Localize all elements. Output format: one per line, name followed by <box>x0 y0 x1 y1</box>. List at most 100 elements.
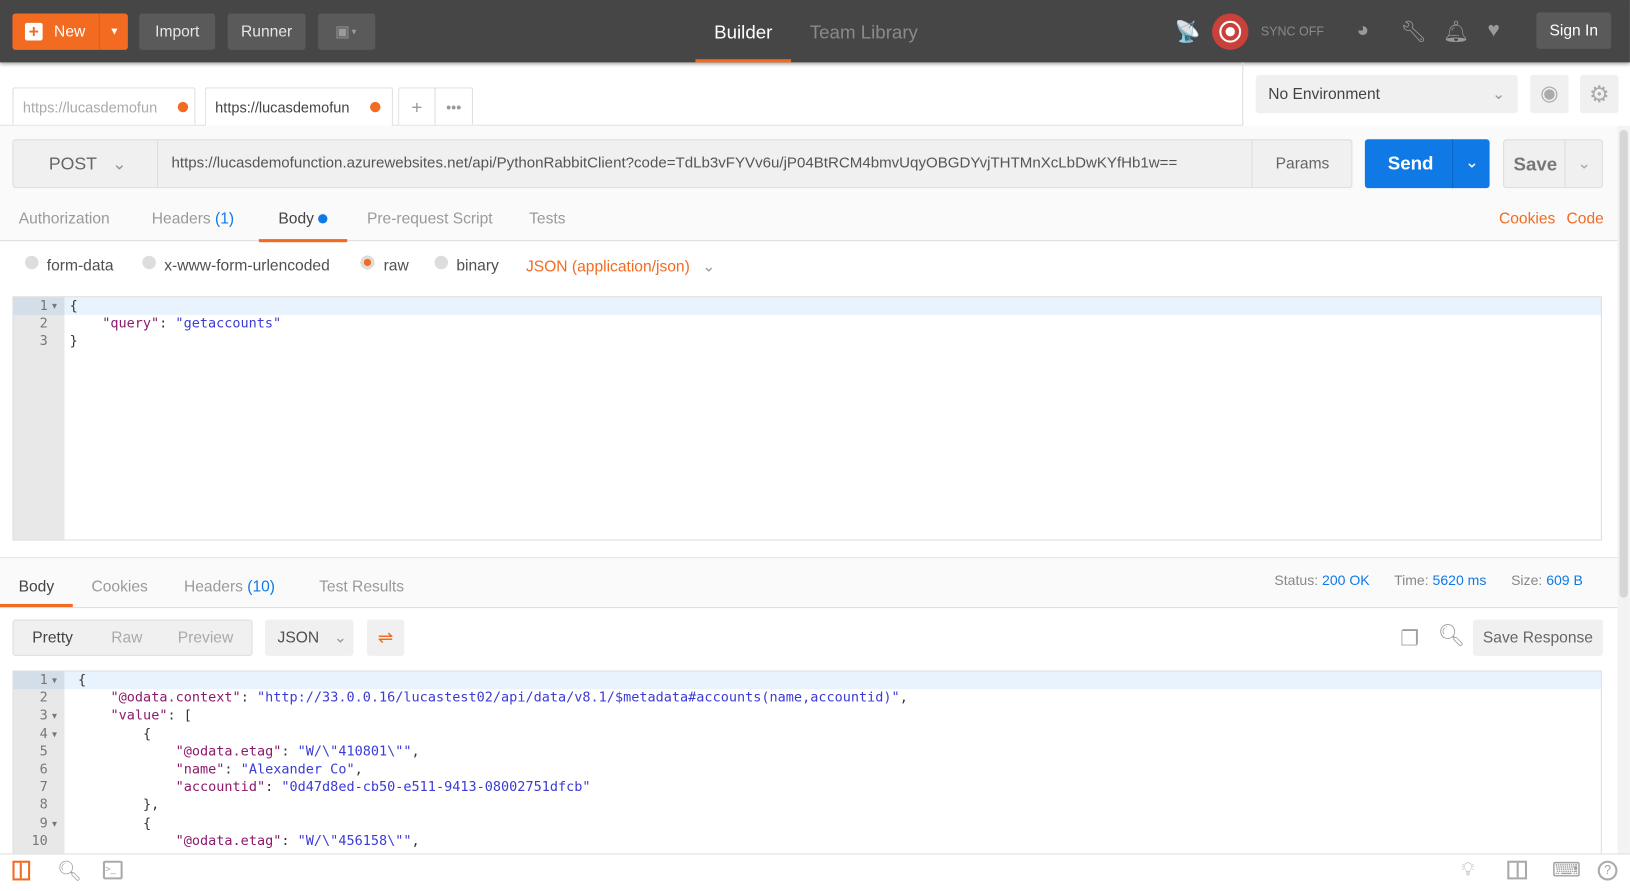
tab-headers[interactable]: Headers (1) <box>152 210 234 228</box>
gear-icon: ⚙ <box>1589 81 1610 108</box>
save-dropdown-caret[interactable]: ⌄ <box>1564 140 1602 188</box>
import-button[interactable]: Import <box>139 13 216 50</box>
chevron-down-icon: ⌄ <box>702 257 716 276</box>
line-number: 3 <box>39 708 48 724</box>
search-icon[interactable]: 🔍︎ <box>57 859 82 884</box>
nav-tab-builder[interactable]: Builder <box>695 0 792 63</box>
response-tab-test-results[interactable]: Test Results <box>319 578 404 596</box>
globe-icon[interactable]: ◕ <box>1357 19 1370 43</box>
content-type-select[interactable]: JSON (application/json) ⌄ <box>526 257 715 276</box>
radio-urlencoded[interactable] <box>142 255 156 270</box>
json-punct: { <box>77 815 152 832</box>
fold-arrow-icon[interactable]: ▼ <box>52 297 57 315</box>
keyboard-icon[interactable]: ⌨ <box>1552 859 1581 883</box>
console-icon[interactable]: >_ <box>102 860 123 880</box>
response-tab-body[interactable]: Body <box>0 578 73 608</box>
radio-raw[interactable] <box>360 255 375 270</box>
runner-button[interactable]: Runner <box>227 13 306 50</box>
send-button[interactable]: Send ⌄ <box>1364 139 1490 189</box>
tab-label: Headers <box>151 209 211 228</box>
fold-arrow-icon[interactable]: ▼ <box>52 707 57 725</box>
request-tab-active[interactable]: https://lucasdemofun <box>204 87 393 126</box>
send-dropdown-caret[interactable]: ⌄ <box>1452 139 1490 189</box>
binary-label[interactable]: binary <box>456 257 498 275</box>
tab-tests[interactable]: Tests <box>529 210 565 228</box>
code-text: }, <box>78 797 159 815</box>
json-punct: } <box>69 334 78 350</box>
heart-icon[interactable]: ♥ <box>1488 19 1500 43</box>
json-punct <box>78 780 176 796</box>
sign-in-button[interactable]: Sign In <box>1536 12 1612 49</box>
tab-pre-request-script[interactable]: Pre-request Script <box>367 210 493 228</box>
line-number: 2 <box>39 690 48 707</box>
json-punct: : <box>265 779 282 796</box>
radio-binary[interactable] <box>434 255 449 270</box>
view-raw[interactable]: Raw <box>111 621 142 655</box>
unsaved-dot <box>370 101 381 113</box>
json-punct: }, <box>77 797 160 814</box>
manage-environments-button[interactable]: ⚙ <box>1580 74 1619 114</box>
json-punct: { <box>77 726 152 742</box>
environment-quick-look-button[interactable]: ◉ <box>1530 74 1569 114</box>
view-pretty[interactable]: Pretty <box>32 621 73 655</box>
new-tab-button[interactable]: + <box>398 87 436 125</box>
raw-label[interactable]: raw <box>384 257 409 275</box>
new-button[interactable]: + New ▼ <box>12 13 129 50</box>
save-response-button[interactable]: Save Response <box>1472 619 1603 656</box>
help-icon[interactable]: ? <box>1597 860 1618 881</box>
new-dropdown-caret[interactable]: ▼ <box>98 13 129 50</box>
params-button[interactable]: Params <box>1251 140 1353 188</box>
response-tab-cookies[interactable]: Cookies <box>91 578 147 596</box>
tab-options-button[interactable]: ••• <box>434 87 473 125</box>
environment-select[interactable]: No Environment ⌄ <box>1255 74 1518 114</box>
code-text: "@odata.etag": "W/\"456158\"", <box>78 832 420 850</box>
time-value: 5620 ms <box>1432 572 1487 589</box>
scrollbar-thumb[interactable] <box>1619 129 1628 598</box>
search-icon[interactable]: 🔍︎ <box>1438 624 1466 649</box>
method-label: POST <box>48 153 97 174</box>
fold-arrow-icon[interactable]: ▼ <box>52 815 57 833</box>
tab-authorization[interactable]: Authorization <box>19 210 110 228</box>
cookies-link[interactable]: Cookies <box>1499 210 1555 228</box>
view-preview[interactable]: Preview <box>178 621 233 655</box>
urlencoded-label[interactable]: x-www-form-urlencoded <box>164 257 330 275</box>
two-pane-icon[interactable] <box>1507 860 1528 880</box>
eye-icon: ◉ <box>1540 82 1559 105</box>
sync-icon[interactable] <box>1212 13 1249 50</box>
form-data-label[interactable]: form-data <box>47 257 114 275</box>
response-meta: Status: 200 OK Time: 5620 ms Size: 609 B <box>1274 573 1582 589</box>
method-select[interactable]: POST ⌄ <box>14 140 159 188</box>
code-text: { <box>78 815 151 833</box>
modified-dot <box>318 214 328 224</box>
json-key: "query" <box>102 316 160 332</box>
tab-body[interactable]: Body <box>258 210 348 243</box>
fold-arrow-icon[interactable]: ▼ <box>52 725 57 743</box>
code-text: { <box>78 672 86 690</box>
copy-icon[interactable]: ❐ <box>1400 626 1419 652</box>
bell-icon[interactable]: 🔔︎ <box>1443 19 1469 45</box>
request-body-editor[interactable]: 1 ▼ {2 "query": "getaccounts" 3} <box>12 296 1602 541</box>
radio-form-data[interactable] <box>24 255 39 270</box>
toggle-sidebar-icon[interactable] <box>12 860 31 881</box>
satellite-icon[interactable]: 📡 <box>1175 19 1201 45</box>
json-string: "0d47d8ed-cb50-e511-9413-08002751dfcb" <box>281 779 591 796</box>
format-select[interactable]: JSON ⌄ <box>265 619 354 656</box>
save-label: Save <box>1513 153 1558 175</box>
request-tab[interactable]: https://lucasdemofun <box>12 87 196 125</box>
fold-arrow-icon[interactable]: ▼ <box>52 672 57 690</box>
active-line-highlight <box>13 297 1601 315</box>
chevron-down-icon: ⌄ <box>333 628 347 647</box>
save-button[interactable]: Save ⌄ <box>1503 139 1603 189</box>
status-value: 200 OK <box>1322 572 1370 589</box>
line-number: 7 <box>39 779 48 796</box>
code-link[interactable]: Code <box>1567 210 1604 228</box>
time-label: Time: <box>1394 572 1429 589</box>
new-window-button[interactable]: ▣▼ <box>318 13 376 50</box>
code-text: "@odata.context": "http://33.0.0.16/luca… <box>78 689 908 707</box>
lightbulb-icon[interactable]: 💡︎ <box>1462 859 1475 881</box>
nav-tab-team-library[interactable]: Team Library <box>810 0 918 62</box>
url-input[interactable]: https://lucasdemofunction.azurewebsites.… <box>172 155 1243 172</box>
wrench-icon[interactable]: 🔧︎ <box>1400 19 1426 45</box>
wrap-lines-button[interactable]: ⇌ <box>366 619 405 656</box>
response-tab-headers[interactable]: Headers (10) <box>184 578 275 596</box>
